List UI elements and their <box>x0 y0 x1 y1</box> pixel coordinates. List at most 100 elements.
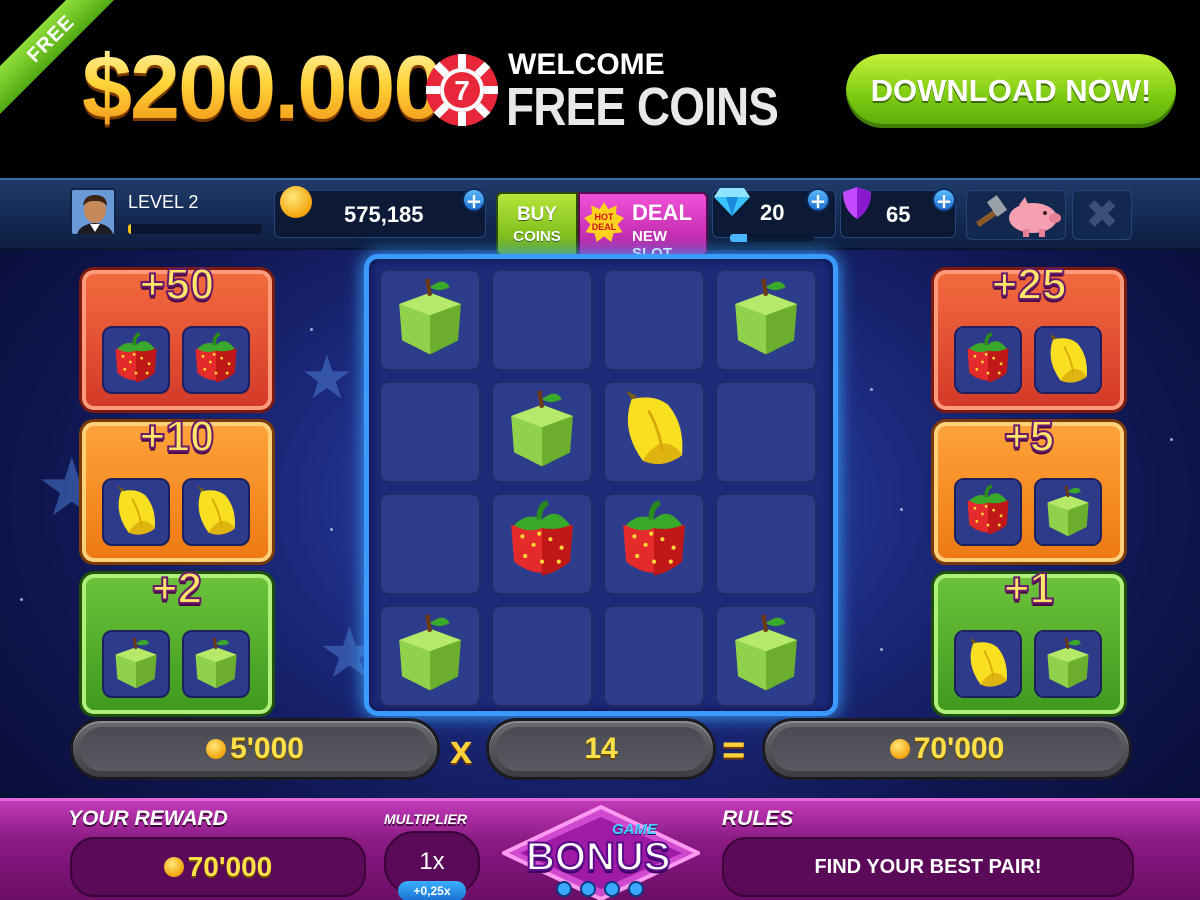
free-coins-text: FREE COINS <box>506 77 779 137</box>
level-progress-fill <box>128 224 131 234</box>
times-operator: x <box>450 728 473 772</box>
equals-operator: = <box>722 728 746 772</box>
multiplier-label: MULTIPLIER <box>384 811 467 827</box>
apple-icon <box>182 630 250 698</box>
coins-label: COINS <box>513 228 561 245</box>
strawberry-icon <box>182 326 250 394</box>
pay-label: +10 <box>139 411 216 462</box>
multiplier-result-box: 14 <box>486 718 716 780</box>
empty-cell[interactable] <box>491 605 593 707</box>
promo-banner: FREE $200.000 7 WELCOME FREE COINS DOWNL… <box>0 0 1200 178</box>
diamond-gem-icon <box>714 188 750 216</box>
pay-panel-right-1: +25 <box>934 259 1124 410</box>
strawberry-icon <box>102 326 170 394</box>
page-dot-2 <box>580 881 596 897</box>
apple-icon <box>724 276 808 364</box>
casino-chip-icon: 7 <box>426 54 498 126</box>
apple-icon <box>102 630 170 698</box>
buy-coins-button[interactable]: BUY COINS <box>496 192 578 256</box>
reward-box: 70'000 <box>70 837 366 897</box>
pay-label: +2 <box>151 563 203 614</box>
empty-cell[interactable] <box>715 493 817 595</box>
bonus-info-bar: YOUR REWARD 70'000 MULTIPLIER 1x +0,25x … <box>0 798 1200 900</box>
pay-label: +25 <box>991 259 1068 310</box>
page-dot-4 <box>628 881 644 897</box>
game-area: ★ ★ ★ LEVEL 2 575,185 + BUY COINS HOT DE… <box>0 178 1200 900</box>
apple-icon <box>388 612 472 700</box>
empty-cell[interactable] <box>603 605 705 707</box>
apple-cell[interactable] <box>491 381 593 483</box>
gem-count: 20 <box>760 200 785 225</box>
strawberry-cell[interactable] <box>603 493 705 595</box>
strawberry-icon <box>954 326 1022 394</box>
add-shields-button[interactable]: + <box>932 188 956 212</box>
apple-icon <box>724 612 808 700</box>
shield-icon <box>843 187 871 219</box>
rules-text: FIND YOUR BEST PAIR! <box>814 855 1042 878</box>
deal-title: DEAL <box>632 200 692 225</box>
background-star-icon: ★ <box>300 343 354 413</box>
coin-balance: 575,185 <box>344 202 424 227</box>
apple-icon <box>1034 478 1102 546</box>
buy-label: BUY <box>516 204 558 225</box>
reward-label: YOUR REWARD <box>68 807 228 830</box>
bet-amount-box: 5'000 <box>70 718 440 780</box>
pay-panel-left-1: +50 <box>82 259 272 410</box>
empty-cell[interactable] <box>379 493 481 595</box>
banana-icon <box>102 478 170 546</box>
chip-number: 7 <box>454 75 470 106</box>
apple-cell[interactable] <box>379 269 481 371</box>
multiplier-value: 14 <box>584 732 618 765</box>
strawberry-icon <box>954 478 1022 546</box>
coin-icon <box>206 739 227 759</box>
coin-icon <box>889 739 910 759</box>
strawberry-icon <box>612 500 696 588</box>
bet-amount: 5'000 <box>230 732 304 765</box>
gem-progress-bar <box>730 234 814 242</box>
gem-progress-fill <box>730 234 747 242</box>
pay-label: +5 <box>1003 411 1055 462</box>
deal-new-slot-button[interactable]: HOT DEAL DEAL NEW SLOT <box>578 192 708 262</box>
bonus-title: BONUS <box>525 834 671 880</box>
match-grid <box>364 254 838 716</box>
empty-cell[interactable] <box>715 381 817 483</box>
pay-panel-right-2: +5 <box>934 411 1124 562</box>
banana-icon <box>612 388 696 476</box>
download-now-button[interactable]: DOWNLOAD NOW! <box>846 54 1176 128</box>
add-coins-button[interactable]: + <box>462 188 486 212</box>
total-win-box: 70'000 <box>762 718 1132 780</box>
pay-label: +1 <box>1003 563 1055 614</box>
apple-icon <box>500 388 584 476</box>
piggy-bank-icon <box>1009 197 1061 237</box>
shield-count: 65 <box>886 202 911 227</box>
rules-box: FIND YOUR BEST PAIR! <box>722 837 1134 897</box>
page-dot-3 <box>604 881 620 897</box>
banana-icon <box>954 630 1022 698</box>
empty-cell[interactable] <box>603 269 705 371</box>
apple-cell[interactable] <box>715 269 817 371</box>
banana-icon <box>1034 326 1102 394</box>
reward-value: 70'000 <box>187 851 273 882</box>
apple-icon <box>388 276 472 364</box>
status-bar: LEVEL 2 575,185 + BUY COINS HOT DEAL DEA… <box>0 178 1200 262</box>
strawberry-cell[interactable] <box>491 493 593 595</box>
multiplier-increment-badge: +0,25x <box>398 881 466 900</box>
player-avatar[interactable] <box>70 188 116 236</box>
piggy-bank-button[interactable] <box>966 190 1066 240</box>
banana-icon <box>182 478 250 546</box>
pay-panel-left-3: +2 <box>82 563 272 714</box>
close-icon[interactable]: ✖ <box>1072 190 1132 240</box>
apple-cell[interactable] <box>715 605 817 707</box>
apple-cell[interactable] <box>379 605 481 707</box>
pay-label: +50 <box>139 259 216 310</box>
empty-cell[interactable] <box>379 381 481 483</box>
pay-panel-right-3: +1 <box>934 563 1124 714</box>
empty-cell[interactable] <box>491 269 593 371</box>
add-gems-button[interactable]: + <box>806 188 830 212</box>
hot-deal-badge: HOT DEAL <box>584 202 624 242</box>
level-label: LEVEL 2 <box>128 192 199 212</box>
banana-cell[interactable] <box>603 381 705 483</box>
strawberry-icon <box>500 500 584 588</box>
coin-icon <box>280 186 312 218</box>
pay-panel-left-2: +10 <box>82 411 272 562</box>
